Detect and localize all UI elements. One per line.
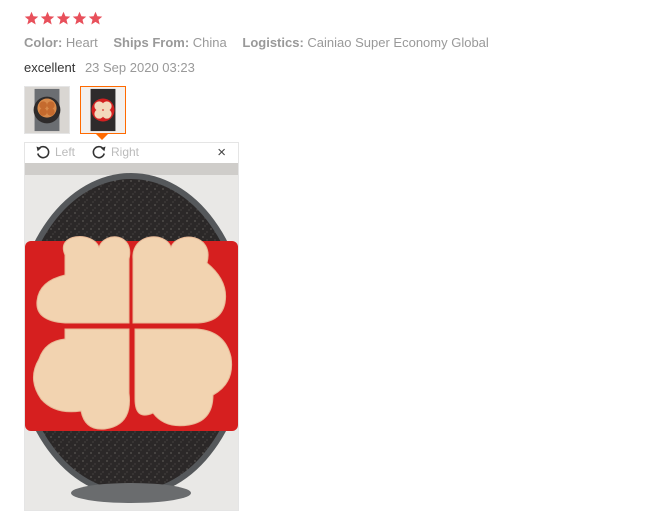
rating-stars: [24, 11, 103, 26]
review-thumbnail-selected[interactable]: [80, 86, 126, 134]
selected-indicator-arrow: [96, 134, 108, 140]
rotate-left-label: Left: [55, 145, 76, 159]
review-thumbnail[interactable]: [24, 86, 70, 134]
viewer-toolbar: Left Right ×: [25, 143, 238, 163]
attribute-value: China: [192, 35, 227, 50]
rotate-left-icon: [36, 145, 50, 159]
review-text: excellent: [24, 60, 76, 75]
enlarged-review-photo: [25, 163, 238, 510]
order-attributes: Color: Heart Ships From: China Logistics…: [24, 35, 501, 50]
attribute-key: Color:: [24, 35, 63, 50]
attribute-value: Cainiao Super Economy Global: [307, 35, 489, 50]
heart-pancake-photo: [81, 87, 125, 133]
star-icon: [40, 11, 55, 25]
rotate-right-label: Right: [111, 145, 140, 159]
attribute-key: Logistics:: [242, 35, 304, 50]
rotate-left-button[interactable]: Left: [35, 144, 75, 160]
star-icon: [72, 11, 87, 25]
rotate-right-button[interactable]: Right: [91, 144, 139, 160]
rotate-right-icon: [92, 145, 106, 159]
attribute-key: Ships From:: [113, 35, 190, 50]
star-icon: [24, 11, 39, 25]
close-icon[interactable]: ×: [217, 145, 226, 161]
heart-pancake-photo: [25, 163, 238, 510]
star-icon: [88, 11, 103, 25]
image-viewer: Left Right ×: [24, 142, 239, 511]
review-date: 23 Sep 2020 03:23: [84, 60, 195, 75]
attribute-value: Heart: [65, 35, 98, 50]
star-icon: [56, 11, 71, 25]
review-content: excellent 23 Sep 2020 03:23: [24, 60, 195, 75]
pancake-pan-photo: [25, 87, 69, 133]
